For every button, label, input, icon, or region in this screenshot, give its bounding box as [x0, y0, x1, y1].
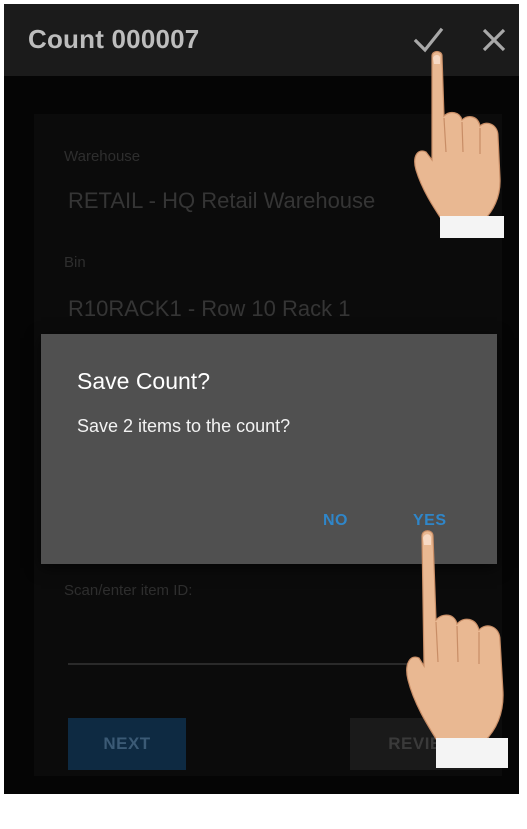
- page-title: Count 000007: [28, 24, 200, 54]
- warehouse-select[interactable]: RETAIL - HQ Retail Warehouse: [68, 188, 375, 214]
- next-button[interactable]: NEXT: [68, 718, 186, 770]
- phone-screen: Count 000007 Warehouse RETAIL - HQ Retai…: [4, 4, 519, 824]
- bin-label: Bin: [64, 254, 86, 271]
- no-button[interactable]: NO: [323, 512, 348, 530]
- warehouse-label: Warehouse: [64, 148, 141, 165]
- item-id-label: Scan/enter item ID:: [64, 582, 193, 599]
- pointing-hand-icon: [406, 530, 508, 768]
- dialog-title: Save Count?: [77, 368, 210, 394]
- pointing-hand-icon: [414, 50, 504, 238]
- bin-select[interactable]: R10RACK1 - Row 10 Rack 1: [68, 296, 350, 322]
- dialog-message: Save 2 items to the count?: [77, 416, 291, 436]
